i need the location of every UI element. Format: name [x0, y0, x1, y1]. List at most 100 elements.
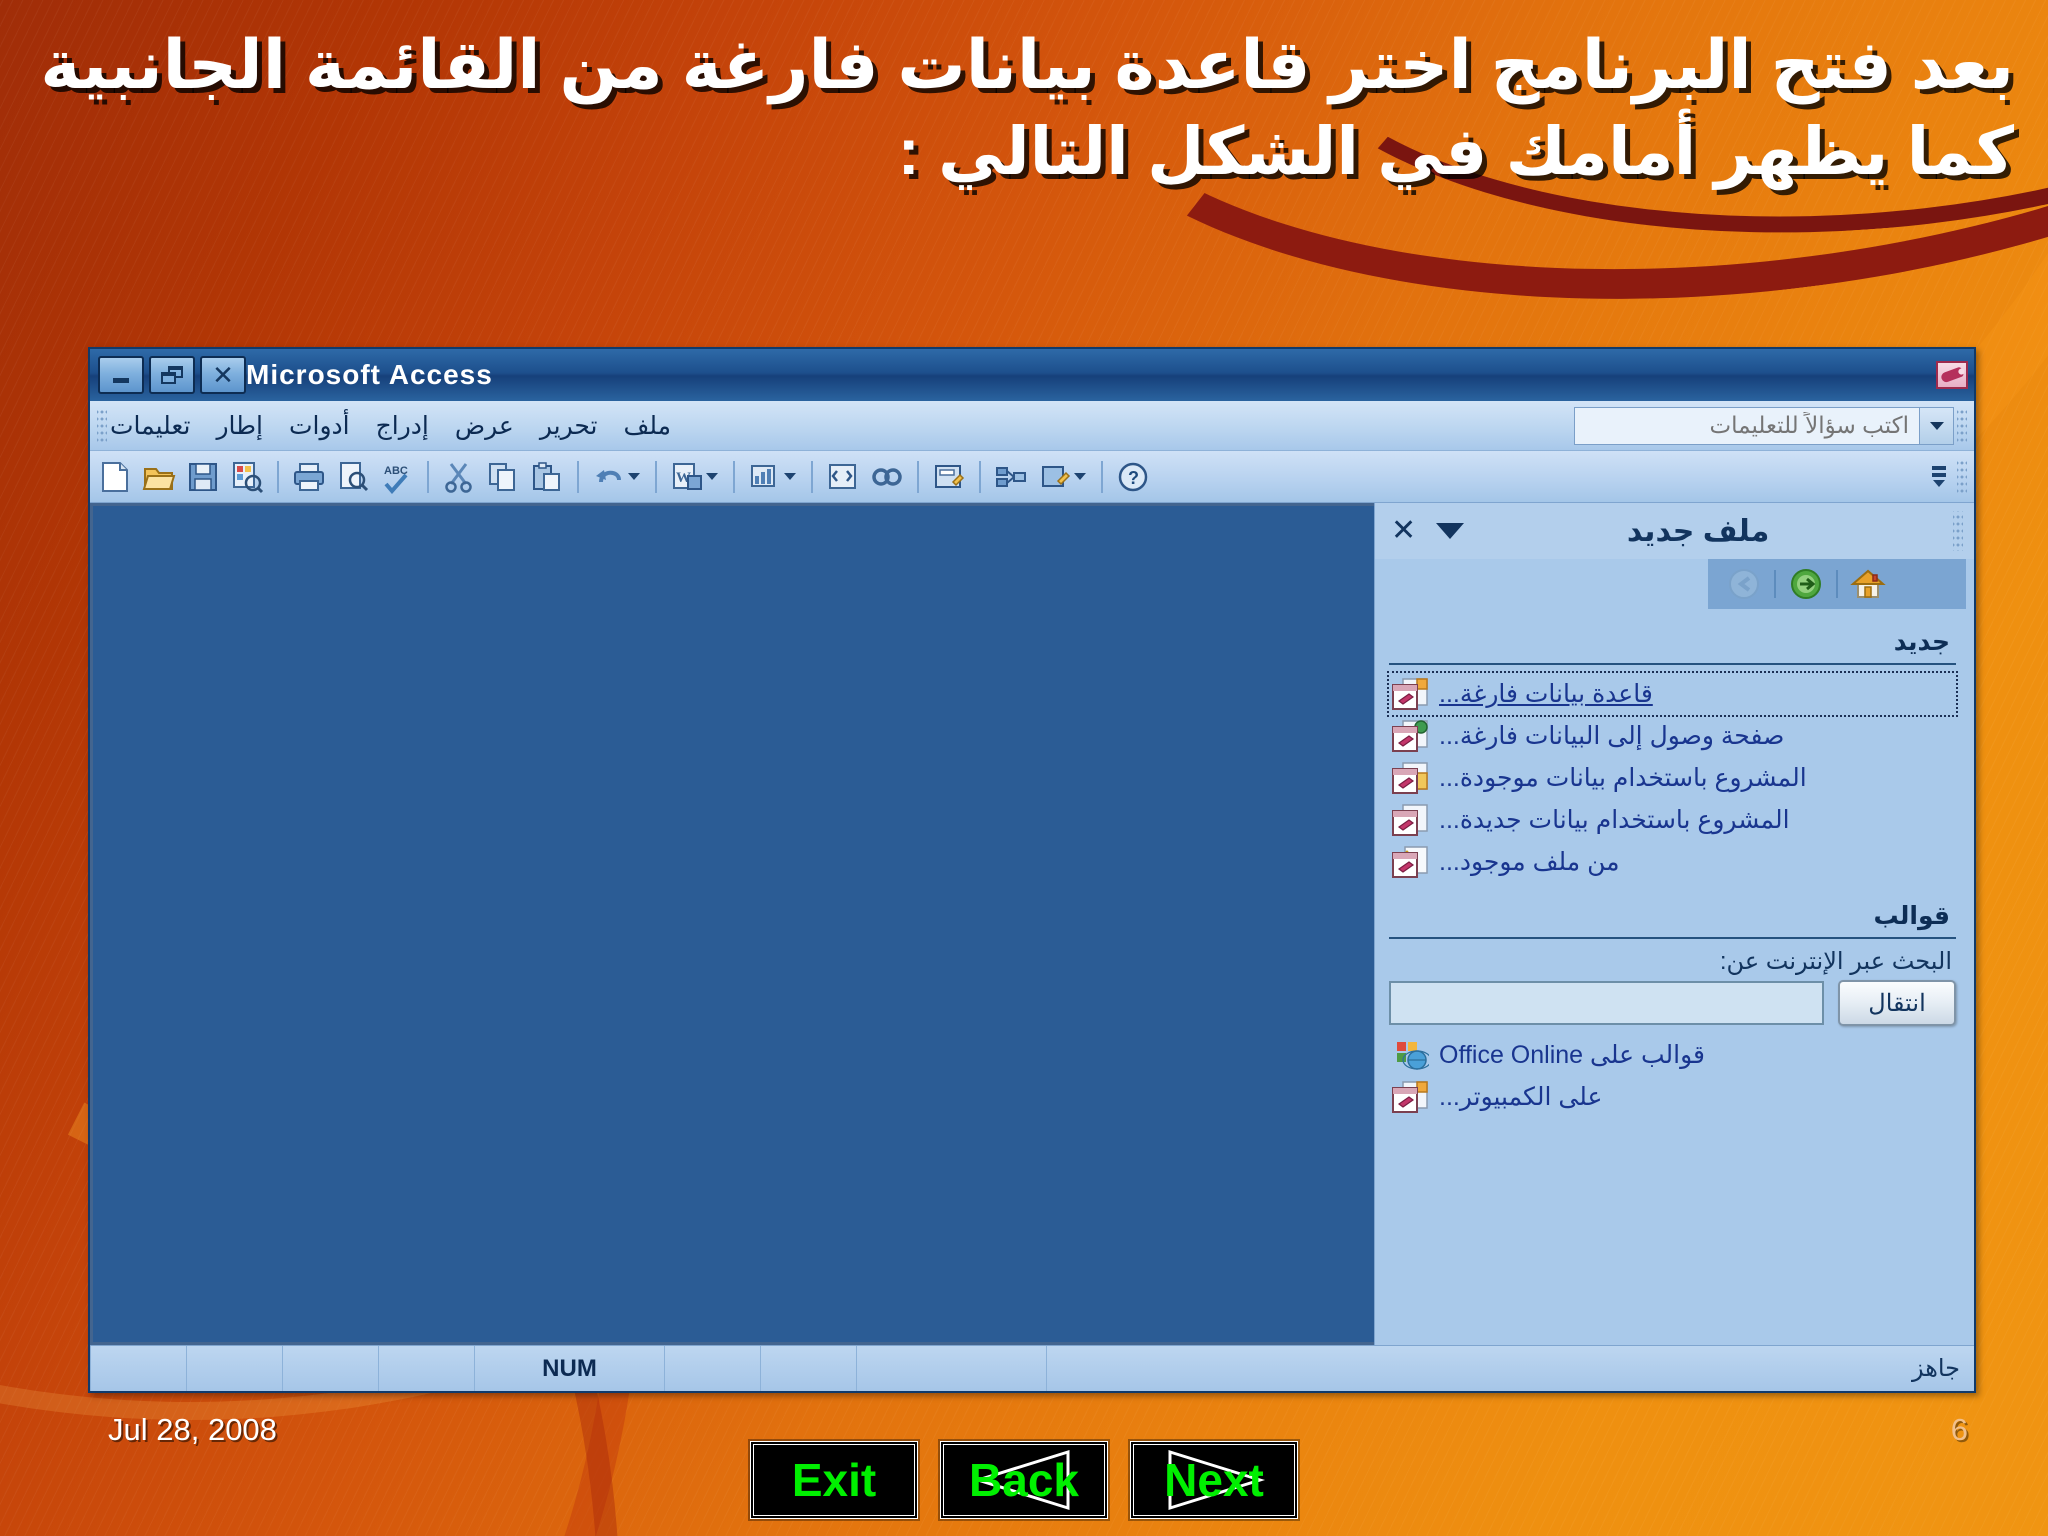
- analyze-icon[interactable]: [744, 456, 786, 498]
- undo-icon[interactable]: [588, 456, 630, 498]
- restore-icon: [161, 366, 183, 384]
- menu-items: ملف تحرير عرض إدراج أدوات إطار تعليمات: [110, 411, 671, 441]
- toolbar-separator-1: [277, 460, 279, 493]
- paste-icon[interactable]: [526, 456, 568, 498]
- print-preview-icon[interactable]: [332, 456, 374, 498]
- home-icon[interactable]: [1846, 564, 1890, 604]
- minimize-icon: [113, 377, 129, 383]
- back-button[interactable]: Back: [940, 1441, 1108, 1519]
- project-new-data-icon: [1391, 803, 1429, 837]
- office-online-icon: [1391, 1038, 1432, 1072]
- task-pane-link-on-computer[interactable]: على الكمبيوتر...: [1389, 1076, 1956, 1118]
- status-cell-3: [664, 1346, 760, 1391]
- task-pane-item-blank-database[interactable]: قاعدة بيانات فارغة...: [1387, 671, 1958, 717]
- help-icon[interactable]: ?: [1112, 456, 1154, 498]
- help-question-box[interactable]: [1574, 406, 1954, 445]
- spelling-icon[interactable]: ABC: [376, 456, 418, 498]
- task-pane-grip[interactable]: [1953, 511, 1963, 551]
- window-controls: ✕: [98, 356, 246, 394]
- slide-page-number: 6: [1950, 1412, 1968, 1447]
- restore-button[interactable]: [149, 356, 195, 394]
- menu-item-edit[interactable]: تحرير: [540, 411, 598, 441]
- chevron-down-icon[interactable]: [1436, 523, 1465, 539]
- toolbar-grip[interactable]: [1957, 459, 1967, 494]
- toolbar-separator-5: [733, 460, 735, 493]
- window-body: ملف جديد ✕ جديد قاعدة بيانات فارغة... صف…: [90, 503, 1974, 1345]
- access-key-icon: [1936, 361, 1968, 389]
- status-cell-4: [378, 1346, 474, 1391]
- office-links-icon[interactable]: W: [666, 456, 708, 498]
- search-online-input[interactable]: [1389, 981, 1824, 1025]
- go-button[interactable]: انتقال: [1838, 980, 1956, 1026]
- svg-text:?: ?: [1128, 468, 1139, 488]
- toolbar-separator-8: [979, 460, 981, 493]
- search-online-row: انتقال: [1389, 980, 1956, 1026]
- relationships-icon[interactable]: [866, 456, 908, 498]
- menu-item-file[interactable]: ملف: [623, 411, 671, 441]
- task-pane-nav-bar: [1708, 559, 1966, 609]
- new-object-dropdown-icon[interactable]: [1034, 456, 1076, 498]
- menu-item-tools[interactable]: أدوات: [289, 411, 350, 441]
- menu-item-view[interactable]: عرض: [455, 411, 514, 441]
- open-icon[interactable]: [138, 456, 180, 498]
- close-icon: ✕: [212, 360, 234, 390]
- minimize-button[interactable]: [98, 356, 144, 394]
- save-icon[interactable]: [182, 456, 224, 498]
- slide-title-line-2: كما يظهر أمامك في الشكل التالي :: [897, 114, 2014, 188]
- copy-icon[interactable]: [482, 456, 524, 498]
- task-pane-item-label: صفحة وصول إلى البيانات فارغة...: [1439, 722, 1785, 750]
- back-icon[interactable]: [1722, 564, 1766, 604]
- status-cell-num: NUM: [474, 1346, 664, 1391]
- menu-item-help[interactable]: تعليمات: [110, 411, 190, 441]
- standard-toolbar: ABC W ?: [90, 451, 1974, 503]
- status-cell-6: [186, 1346, 282, 1391]
- toolbar-separator-9: [1101, 460, 1103, 493]
- task-pane-item-label: المشروع باستخدام بيانات جديدة...: [1439, 806, 1790, 834]
- search-file-icon[interactable]: [226, 456, 268, 498]
- new-object-icon[interactable]: [928, 456, 970, 498]
- close-icon[interactable]: ✕: [1383, 516, 1424, 546]
- window-title: Microsoft Access: [246, 359, 493, 390]
- task-pane-item-from-existing-file[interactable]: من ملف موجود...: [1389, 841, 1956, 883]
- status-cell-2: [760, 1346, 856, 1391]
- data-access-page-icon: [1391, 719, 1429, 753]
- task-pane-link-label: على الكمبيوتر...: [1439, 1083, 1603, 1111]
- task-pane-link-label: قوالب على Office Online: [1439, 1041, 1705, 1069]
- menubar-grip[interactable]: [1957, 408, 1967, 443]
- slide-title-line-1: بعد فتح البرنامج اختر قاعدة بيانات فارغة…: [40, 27, 2014, 103]
- presentation-slide: بعد فتح البرنامج اختر قاعدة بيانات فارغة…: [0, 0, 2048, 1536]
- toolbar-separator-4: [655, 460, 657, 493]
- section-rule-new: [1389, 663, 1956, 665]
- from-existing-file-icon: [1391, 845, 1429, 879]
- menu-bar: ملف تحرير عرض إدراج أدوات إطار تعليمات: [90, 401, 1974, 451]
- task-pane-item-project-existing-data[interactable]: المشروع باستخدام بيانات موجودة...: [1389, 757, 1956, 799]
- database-workspace[interactable]: [90, 503, 1374, 1345]
- status-message: جاهز: [1046, 1346, 1974, 1391]
- exit-button[interactable]: Exit: [750, 1441, 918, 1519]
- cut-icon[interactable]: [438, 456, 480, 498]
- next-button[interactable]: Next: [1130, 1441, 1298, 1519]
- print-icon[interactable]: [288, 456, 330, 498]
- toolbar-separator-3: [577, 460, 579, 493]
- section-heading-templates: قوالب: [1873, 902, 1950, 930]
- project-existing-data-icon: [1391, 761, 1429, 795]
- templates-on-computer-icon: [1391, 1080, 1429, 1114]
- task-pane-link-office-online[interactable]: قوالب على Office Online: [1389, 1034, 1956, 1076]
- code-icon[interactable]: [822, 456, 864, 498]
- menubar-grip-right[interactable]: [97, 408, 107, 443]
- new-icon[interactable]: [94, 456, 136, 498]
- task-pane-item-blank-data-access-page[interactable]: صفحة وصول إلى البيانات فارغة...: [1389, 715, 1956, 757]
- next-button-label: Next: [1164, 1454, 1264, 1506]
- database-window-icon[interactable]: [990, 456, 1032, 498]
- toolbar-options-button[interactable]: [1926, 456, 1952, 498]
- close-button[interactable]: ✕: [200, 356, 246, 394]
- forward-icon[interactable]: [1784, 564, 1828, 604]
- status-cell-5: [282, 1346, 378, 1391]
- status-cell-1: [856, 1346, 1046, 1391]
- task-pane-item-project-new-data[interactable]: المشروع باستخدام بيانات جديدة...: [1389, 799, 1956, 841]
- task-pane-content: جديد قاعدة بيانات فارغة... صفحة وصول إلى…: [1375, 609, 1974, 1345]
- help-dropdown-button[interactable]: [1919, 407, 1953, 444]
- help-question-input[interactable]: [1575, 412, 1919, 439]
- menu-item-insert[interactable]: إدراج: [376, 411, 429, 441]
- menu-item-window[interactable]: إطار: [216, 411, 263, 441]
